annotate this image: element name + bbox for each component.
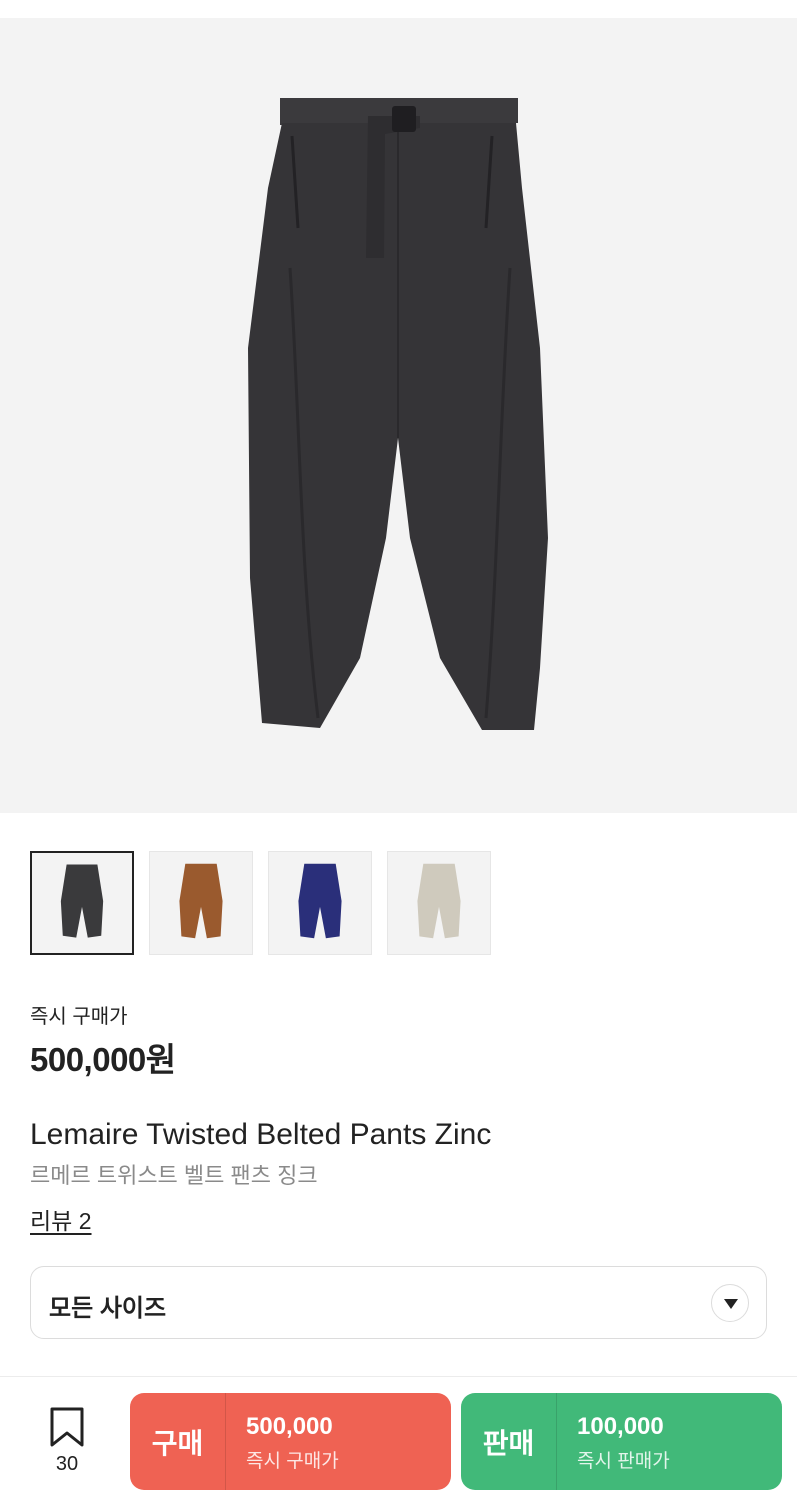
pants-thumb-icon <box>60 864 104 938</box>
sell-amount: 100,000 <box>577 1413 664 1440</box>
review-link[interactable]: 리뷰 2 <box>30 1202 92 1236</box>
pants-thumb-icon <box>179 863 223 939</box>
thumbnail-navy[interactable] <box>268 851 372 955</box>
color-thumbnails <box>30 851 491 955</box>
sell-button[interactable]: 판매 100,000 즉시 판매가 <box>461 1393 782 1490</box>
thumbnail-brown[interactable] <box>149 851 253 955</box>
buy-button[interactable]: 구매 500,000 즉시 구매가 <box>130 1393 451 1490</box>
bookmark-icon <box>50 1407 84 1447</box>
bookmark-count: 30 <box>55 1453 79 1475</box>
buy-label: 구매 <box>151 1427 204 1459</box>
price-label: 즉시 구매가 <box>30 1006 128 1028</box>
price-value: 500,000원 <box>30 1041 176 1078</box>
size-select-label: 모든 사이즈 <box>49 1295 167 1322</box>
buy-sub-label: 즉시 구매가 <box>246 1451 339 1472</box>
pants-thumb-icon <box>298 863 342 939</box>
pants-illustration <box>248 98 548 730</box>
pants-thumb-icon <box>417 863 461 939</box>
product-title-ko: 르메르 트위스트 벨트 팬츠 징크 <box>30 1163 318 1188</box>
product-title-en: Lemaire Twisted Belted Pants Zinc <box>30 1118 492 1151</box>
buy-amount: 500,000 <box>246 1413 333 1440</box>
divider <box>556 1393 557 1490</box>
sell-sub-label: 즉시 판매가 <box>577 1451 670 1472</box>
chevron-down-icon[interactable] <box>711 1284 749 1322</box>
bottom-action-bar: 30 구매 500,000 즉시 구매가 판매 100,000 즉시 판매가 <box>0 1376 797 1500</box>
size-select[interactable]: 모든 사이즈 <box>30 1266 767 1339</box>
thumbnail-beige[interactable] <box>387 851 491 955</box>
divider <box>225 1393 226 1490</box>
sell-label: 판매 <box>482 1427 535 1459</box>
product-image[interactable] <box>0 18 797 813</box>
bookmark-button[interactable]: 30 <box>44 1407 90 1477</box>
thumbnail-zinc[interactable] <box>30 851 134 955</box>
